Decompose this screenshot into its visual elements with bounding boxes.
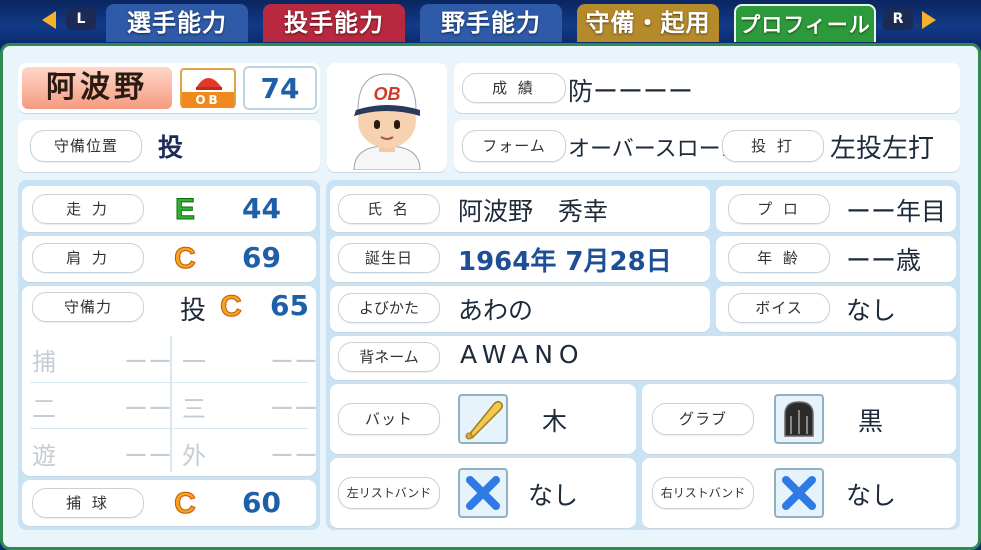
throw-bat-value: 左投左打 [830, 134, 935, 164]
birthday-label: 誕生日 [338, 243, 440, 273]
left-wristband-item-box [458, 468, 508, 518]
voice-label: ボイス [728, 293, 830, 323]
r-shoulder-button[interactable]: R [883, 8, 913, 30]
fielding-label: 守備力 [32, 292, 144, 322]
team-badge: OB [180, 68, 236, 108]
fielding-position: 投 [180, 296, 207, 326]
sub-pos-short-value: ーー [124, 442, 172, 470]
sub-pos-second: 二 [32, 395, 56, 423]
tab-bar: L 選手能力 投手能力 野手能力 守備・起用 プロフィール R [0, 0, 981, 44]
sub-pos-catcher-value: ーー [124, 348, 172, 376]
position-value: 投 [158, 133, 184, 162]
sub-pos-third-value: ーー [270, 395, 318, 423]
speed-value: 44 [242, 192, 281, 225]
back-name-label: 背ネーム [338, 342, 440, 372]
bat-item-box [458, 394, 508, 444]
l-shoulder-button[interactable]: L [66, 8, 96, 30]
arm-label: 肩 力 [32, 243, 144, 273]
glove-item-box [774, 394, 824, 444]
cap-icon [196, 78, 222, 90]
sub-pos-catcher: 捕 [32, 348, 56, 376]
fielding-grade: C [220, 290, 243, 324]
catching-value: 60 [242, 486, 281, 519]
record-value: 防ーーーー [568, 77, 694, 106]
tab-pitcher-ability[interactable]: 投手能力 [263, 4, 405, 42]
left-wristband-label: 左リストバンド [338, 477, 440, 509]
right-wristband-value: なし [846, 481, 897, 510]
uniform-number: 74 [243, 66, 317, 110]
age-label: 年 齢 [728, 243, 830, 273]
arrow-left-icon[interactable] [42, 11, 56, 29]
position-label: 守備位置 [30, 130, 142, 162]
sub-pos-first: 一 [182, 348, 206, 376]
cap-logo: OB [374, 84, 401, 104]
record-label: 成 績 [462, 73, 566, 103]
age-value: ーー歳 [846, 246, 922, 275]
tab-batter-ability[interactable]: 選手能力 [106, 4, 248, 42]
arm-grade: C [174, 242, 197, 276]
birthday-value: 1964年 7月28日 [458, 247, 672, 277]
throw-bat-label: 投 打 [722, 130, 824, 162]
reading-value: あわの [458, 296, 534, 325]
speed-label: 走 力 [32, 194, 144, 224]
none-x-icon [466, 476, 500, 510]
glove-value: 黒 [858, 407, 884, 436]
sub-pos-second-value: ーー [124, 395, 172, 423]
catching-grade: C [174, 487, 197, 521]
sub-pos-outfield: 外 [182, 442, 206, 470]
pro-years-value: ーー年目 [846, 197, 947, 226]
catching-label: 捕 球 [32, 488, 144, 518]
sub-pos-short: 遊 [32, 442, 56, 470]
team-code: OB [182, 92, 234, 108]
tab-profile[interactable]: プロフィール [734, 4, 876, 42]
none-x-icon [782, 476, 816, 510]
form-label: フォーム [462, 130, 566, 162]
sub-pos-first-value: ーー [270, 348, 318, 376]
sub-pos-outfield-value: ーー [270, 442, 318, 470]
bat-label: バット [338, 403, 440, 435]
pro-years-label: プ ロ [728, 194, 830, 224]
right-wristband-item-box [774, 468, 824, 518]
bat-icon [465, 400, 504, 440]
fielding-value: 65 [270, 289, 309, 322]
sub-pos-third: 三 [182, 395, 206, 423]
arm-value: 69 [242, 241, 281, 274]
reading-label: よびかた [338, 293, 440, 323]
player-portrait-icon: OB [353, 73, 421, 170]
speed-grade: E [174, 193, 195, 227]
tab-fielder-ability[interactable]: 野手能力 [420, 4, 562, 42]
full-name-value: 阿波野 秀幸 [458, 197, 609, 226]
player-name: 阿波野 [22, 67, 172, 109]
left-wristband-value: なし [528, 481, 579, 510]
tab-defense-usage[interactable]: 守備・起用 [577, 4, 719, 42]
arrow-right-icon[interactable] [922, 11, 936, 29]
full-name-label: 氏 名 [338, 194, 440, 224]
bat-value: 木 [542, 407, 568, 436]
fielding-row-divider [30, 428, 308, 429]
form-value: オーバースロー1 [568, 137, 735, 162]
fielding-row-divider [30, 382, 308, 383]
right-wristband-label: 右リストバンド [652, 477, 754, 509]
glove-label: グラブ [652, 403, 754, 435]
back-name-value: AWANO [460, 340, 585, 369]
glove-icon [784, 401, 814, 437]
voice-value: なし [846, 296, 897, 325]
